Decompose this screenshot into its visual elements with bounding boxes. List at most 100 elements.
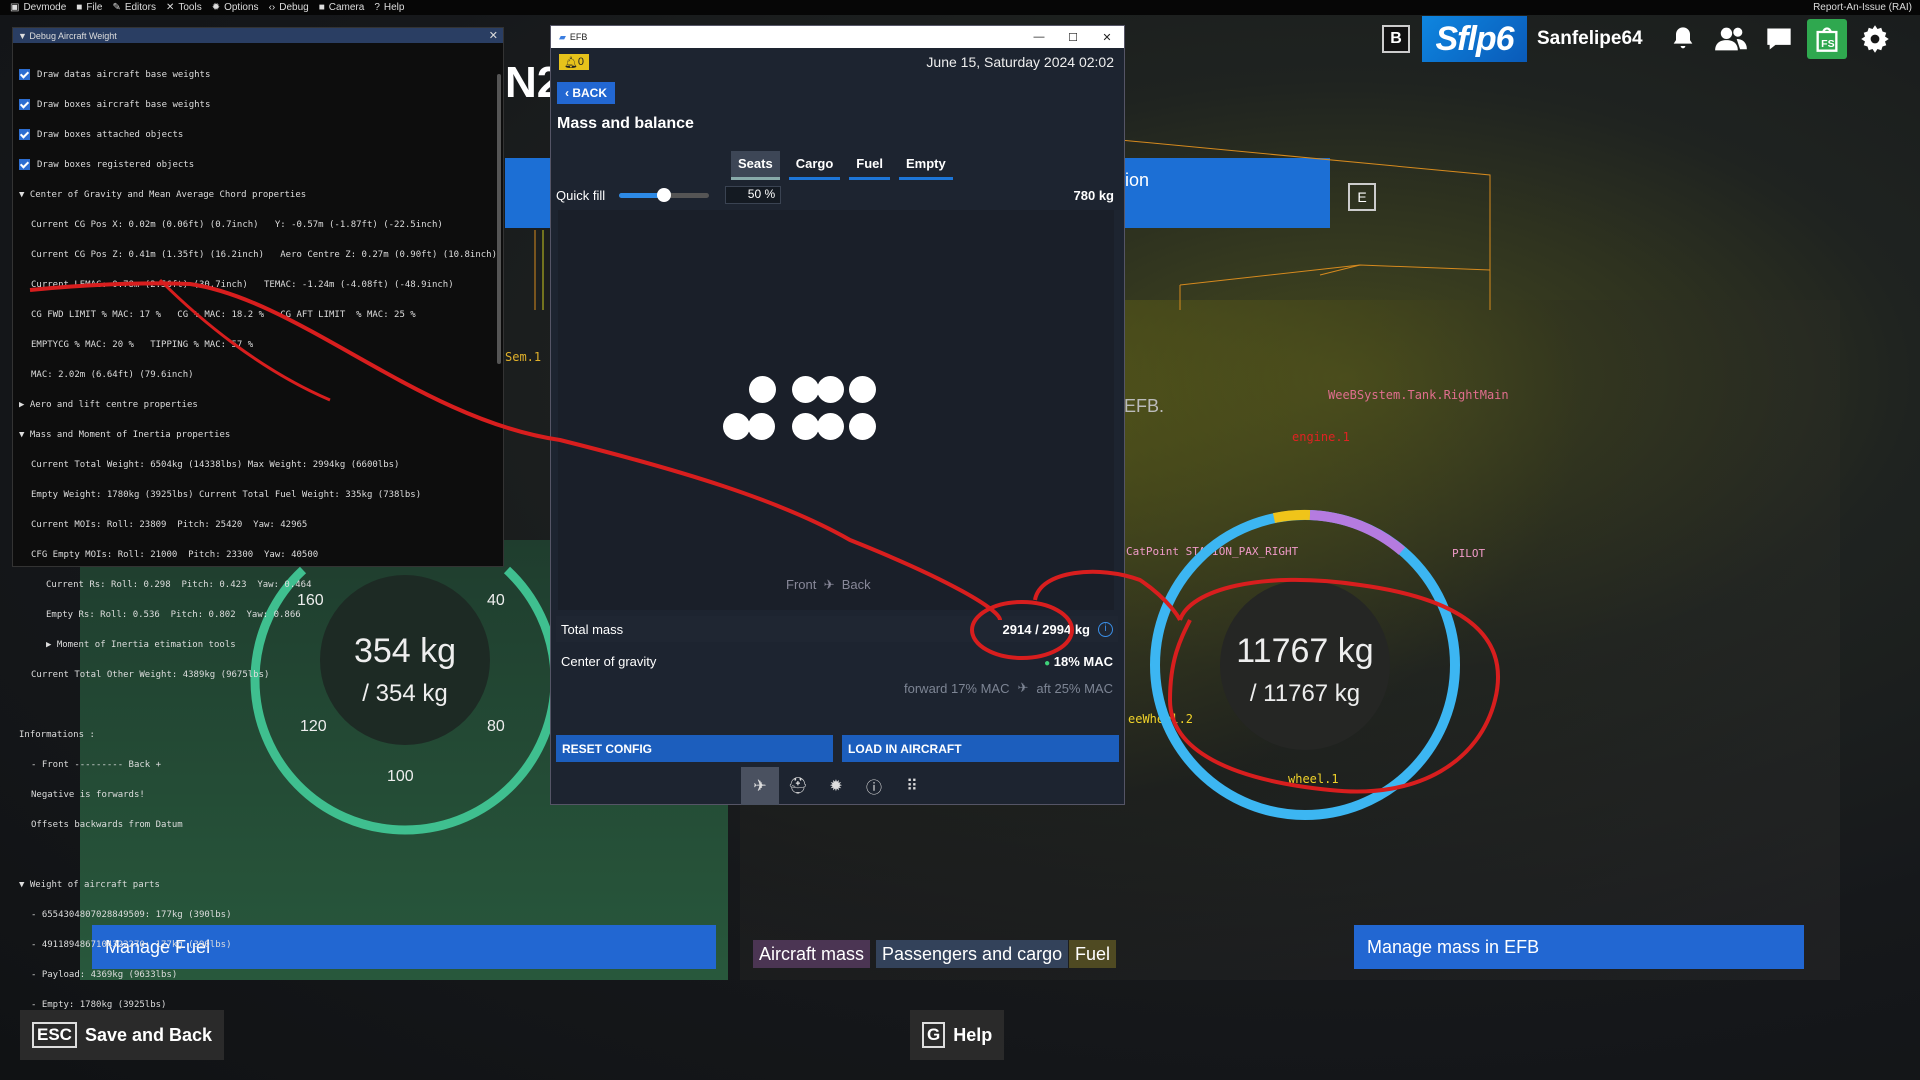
seat[interactable] xyxy=(749,376,776,403)
collapse-icon[interactable]: ▼ xyxy=(18,31,29,41)
tab-empty[interactable]: Empty xyxy=(899,151,953,180)
cg-forward-limit: forward 17% MAC xyxy=(904,680,1010,696)
close-icon[interactable]: ✕ xyxy=(489,29,498,42)
debug-line: Current MOIs: Roll: 23809 Pitch: 25420 Y… xyxy=(31,520,308,530)
menu-label: Devmode xyxy=(23,2,67,13)
seat[interactable] xyxy=(792,413,819,440)
maximize-icon[interactable]: ☐ xyxy=(1056,31,1090,44)
chevron-left-icon: ‹ xyxy=(565,86,573,100)
menu-options[interactable]: ✹ Options xyxy=(212,2,259,13)
help-label: Help xyxy=(953,1024,993,1045)
seat[interactable] xyxy=(792,376,819,403)
checkbox-label: Draw boxes attached objects xyxy=(37,130,184,140)
mass-section-header[interactable]: ▼ Mass and Moment of Inertia properties xyxy=(19,428,497,443)
info-nav-icon[interactable]: ⓘ xyxy=(855,767,893,805)
reset-config-button[interactable]: RESET CONFIG xyxy=(556,735,833,762)
seat[interactable] xyxy=(723,413,750,440)
tab-cargo[interactable]: Cargo xyxy=(788,151,841,180)
minimize-icon[interactable]: — xyxy=(1022,31,1056,44)
chat-icon[interactable] xyxy=(1759,19,1799,59)
debug-line: Current LEMAC: 0.78m (2.56ft) (30.7inch)… xyxy=(31,280,454,290)
mass-header-text: Mass and Moment of Inertia properties xyxy=(29,430,231,440)
debug-scrollbar[interactable] xyxy=(497,74,501,364)
bell-icon[interactable] xyxy=(1663,19,1703,59)
menu-label: Options xyxy=(224,2,259,13)
fs-marketplace-icon[interactable]: FS xyxy=(1806,19,1847,59)
alert-badge[interactable]: 🔔︎ 0 xyxy=(559,54,589,70)
pencil-icon: ✎ xyxy=(112,2,121,13)
airplane-icon: ✈ xyxy=(823,577,835,592)
debug-line: MAC: 2.02m (6.64ft) (79.6inch) xyxy=(31,370,194,380)
menu-editors[interactable]: ✎ Editors xyxy=(112,2,156,13)
efb-title-bar[interactable]: ▰ EFB — ☐ ✕ xyxy=(551,26,1124,48)
slider-knob[interactable] xyxy=(657,187,672,202)
efb-bottom-nav: ✈ ⛑ ✹ ⓘ ⠿ xyxy=(741,767,931,805)
apps-grid-icon[interactable]: ⠿ xyxy=(893,767,931,805)
debug-checkbox-row[interactable]: Draw datas aircraft base weights xyxy=(19,68,497,83)
manage-mass-button[interactable]: Manage mass in EFB xyxy=(1354,925,1804,969)
efb-app-icon: ▰ xyxy=(559,31,566,42)
camera-icon: ■ xyxy=(318,2,325,13)
menu-label: File xyxy=(86,2,103,13)
username[interactable]: Sanfelipe64 xyxy=(1537,28,1643,50)
menu-label: Editors xyxy=(124,2,156,13)
menu-camera[interactable]: ■ Camera xyxy=(319,2,365,13)
seat[interactable] xyxy=(817,376,844,403)
tab-seats[interactable]: Seats xyxy=(731,151,780,180)
debug-line: - Payload: 4369kg (9633lbs) xyxy=(31,970,178,980)
cg-section-header[interactable]: ▼ Center of Gravity and Mean Average Cho… xyxy=(19,188,497,203)
load-in-aircraft-button[interactable]: LOAD IN AIRCRAFT xyxy=(842,735,1119,762)
close-icon[interactable]: ✕ xyxy=(1090,31,1124,44)
back-button[interactable]: ‹ BACK xyxy=(557,82,616,104)
friends-icon[interactable] xyxy=(1711,19,1751,59)
efb-scene-text: EFB. xyxy=(1124,396,1165,416)
debug-line: - 4911894867104322270: 177kg (390lbs) xyxy=(31,940,232,950)
menu-devmode[interactable]: ▣ Devmode xyxy=(10,2,66,13)
debug-title-bar[interactable]: ▼ Debug Aircraft Weight ✕ xyxy=(13,28,503,43)
seat[interactable] xyxy=(748,413,775,440)
quick-fill-slider[interactable] xyxy=(619,187,710,202)
menu-debug[interactable]: ‹› Debug xyxy=(269,2,309,13)
airplane-icon: ✈ xyxy=(1017,680,1029,695)
aero-section-header[interactable]: ▶ Aero and lift centre properties xyxy=(19,398,497,413)
pilot-nav-icon[interactable]: ⛑ xyxy=(779,767,817,805)
settings-nav-icon[interactable]: ✹ xyxy=(817,767,855,805)
checkbox-checked-icon[interactable] xyxy=(19,69,30,80)
seat[interactable] xyxy=(817,413,844,440)
quick-fill-row: Quick fill 50 % 780 kg xyxy=(556,184,1118,206)
debug-line: Offsets backwards from Datum xyxy=(31,820,183,830)
debug-label-engine: engine.1 xyxy=(1292,430,1350,444)
debug-line: EMPTYCG % MAC: 20 % TIPPING % MAC: 57 % xyxy=(31,340,254,350)
checkbox-checked-icon[interactable] xyxy=(19,129,30,140)
checkbox-checked-icon[interactable] xyxy=(19,99,30,110)
tag-aircraft-mass: Aircraft mass xyxy=(753,940,871,968)
seat[interactable] xyxy=(849,413,876,440)
cg-aft-limit: aft 25% MAC xyxy=(1036,680,1113,696)
settings-gear-icon[interactable] xyxy=(1855,19,1895,59)
menu-file[interactable]: ■ File xyxy=(76,2,102,13)
quick-fill-percent-input[interactable]: 50 % xyxy=(725,186,782,204)
key-b[interactable]: B xyxy=(1382,25,1410,53)
mass-gauge-max: / 11767 kg xyxy=(1249,680,1361,707)
debug-title: Debug Aircraft Weight xyxy=(29,30,117,41)
seat[interactable] xyxy=(849,376,876,403)
checkbox-label: Draw datas aircraft base weights xyxy=(37,70,211,80)
parts-section-header[interactable]: ▼ Weight of aircraft parts xyxy=(19,878,497,893)
moi-tools-header[interactable]: ▶ Moment of Inertia etimation tools xyxy=(19,638,497,653)
report-issue-link[interactable]: Report-An-Issue (RAI) xyxy=(1813,2,1912,13)
debug-checkbox-row[interactable]: Draw boxes registered objects xyxy=(19,158,497,173)
tab-fuel[interactable]: Fuel xyxy=(849,151,890,180)
airplane-nav-icon[interactable]: ✈ xyxy=(741,767,779,805)
help-button[interactable]: G Help xyxy=(910,1010,1005,1060)
menu-tools[interactable]: ✕ Tools xyxy=(166,2,202,13)
folder-icon: ■ xyxy=(76,2,83,13)
mass-gauge-value: 11767 kg xyxy=(1236,632,1374,670)
debug-checkbox-row[interactable]: Draw boxes aircraft base weights xyxy=(19,98,497,113)
info-icon[interactable]: i xyxy=(1098,621,1113,637)
debug-line: Empty Rs: Roll: 0.536 Pitch: 0.802 Yaw: … xyxy=(46,610,301,620)
efb-window-title: EFB xyxy=(569,32,588,42)
moi-tools-text: Moment of Inertia etimation tools xyxy=(56,640,236,650)
debug-checkbox-row[interactable]: Draw boxes attached objects xyxy=(19,128,497,143)
menu-help[interactable]: ? Help xyxy=(374,2,404,13)
checkbox-checked-icon[interactable] xyxy=(19,159,30,170)
